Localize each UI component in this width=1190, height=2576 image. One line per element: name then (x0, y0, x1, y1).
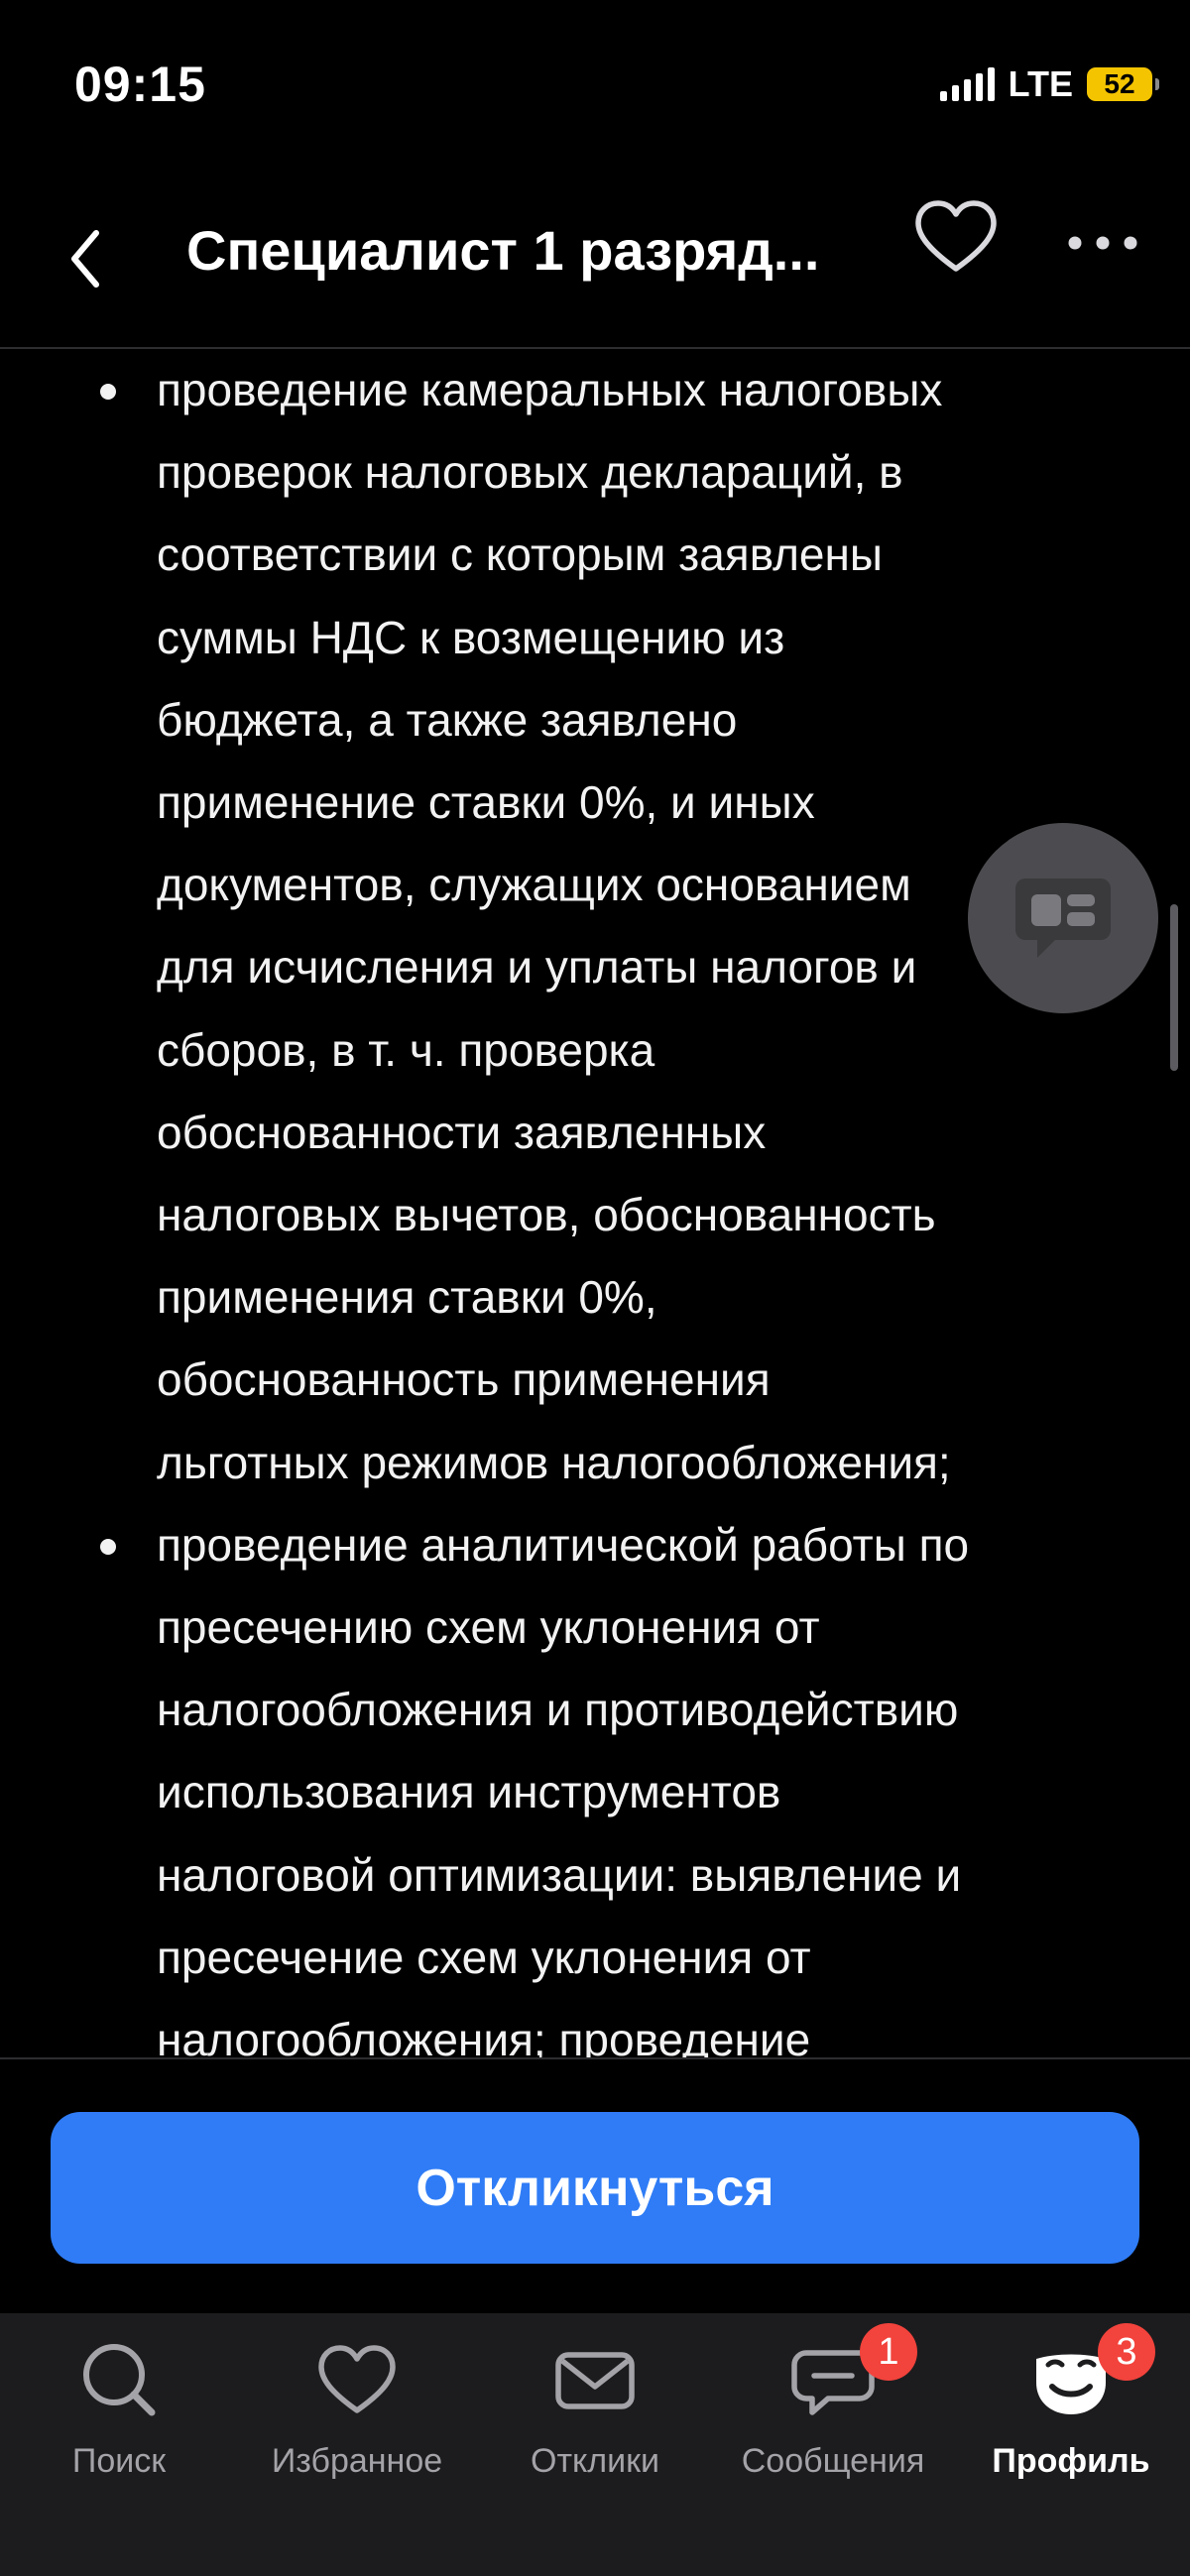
tab-label: Сообщения (741, 2442, 925, 2480)
status-bar: 09:15 LTE 52 (0, 0, 1190, 174)
respond-button[interactable]: Откликнуться (51, 2112, 1139, 2264)
unread-badge: 1 (860, 2323, 917, 2381)
search-icon (83, 2344, 156, 2416)
battery-icon: 52 (1087, 67, 1159, 101)
tab-search[interactable]: Поиск (0, 2313, 238, 2512)
chevron-left-icon (71, 230, 99, 288)
heart-icon (915, 200, 997, 272)
network-type: LTE (1008, 63, 1073, 104)
more-button[interactable] (1061, 191, 1144, 283)
tab-favorites[interactable]: Избранное (238, 2313, 476, 2512)
signal-icon (939, 67, 995, 101)
tab-messages[interactable]: 1 Сообщения (714, 2313, 952, 2512)
tab-label: Профиль (992, 2442, 1150, 2480)
heart-icon (318, 2345, 396, 2413)
more-icon (1068, 236, 1137, 250)
tab-profile[interactable]: 3 Профиль (952, 2313, 1190, 2512)
tab-label: Избранное (271, 2442, 443, 2480)
status-time: 09:15 (74, 57, 206, 112)
chat-support-button[interactable] (968, 823, 1158, 1013)
tab-label: Поиск (71, 2442, 167, 2480)
back-button[interactable] (55, 197, 124, 300)
bullet (100, 384, 116, 400)
scrollbar[interactable] (1170, 904, 1178, 1071)
header: Специалист 1 разряд... (0, 174, 1190, 349)
duties-list: проведение камеральных налоговых проверо… (0, 349, 1190, 2057)
chat-icon (1015, 878, 1111, 958)
list-item: проведение аналитической работы по пресе… (0, 1504, 1190, 2057)
notification-badge: 3 (1098, 2323, 1155, 2381)
favorite-button[interactable] (910, 191, 1002, 283)
bullet (100, 1538, 116, 1555)
tab-bar: Поиск Избранное Отклики 1 Сообщения 3 Пр… (0, 2313, 1190, 2576)
page-title: Специалист 1 разряд... (186, 219, 820, 282)
status-indicators: LTE 52 (939, 63, 1159, 105)
battery-level: 52 (1104, 68, 1135, 99)
vacancy-description[interactable]: проведение камеральных налоговых проверо… (0, 349, 1190, 2057)
action-area: Откликнуться (0, 2057, 1190, 2315)
envelope-icon (555, 2352, 635, 2409)
tab-responses[interactable]: Отклики (476, 2313, 714, 2512)
tab-label: Отклики (531, 2442, 659, 2480)
